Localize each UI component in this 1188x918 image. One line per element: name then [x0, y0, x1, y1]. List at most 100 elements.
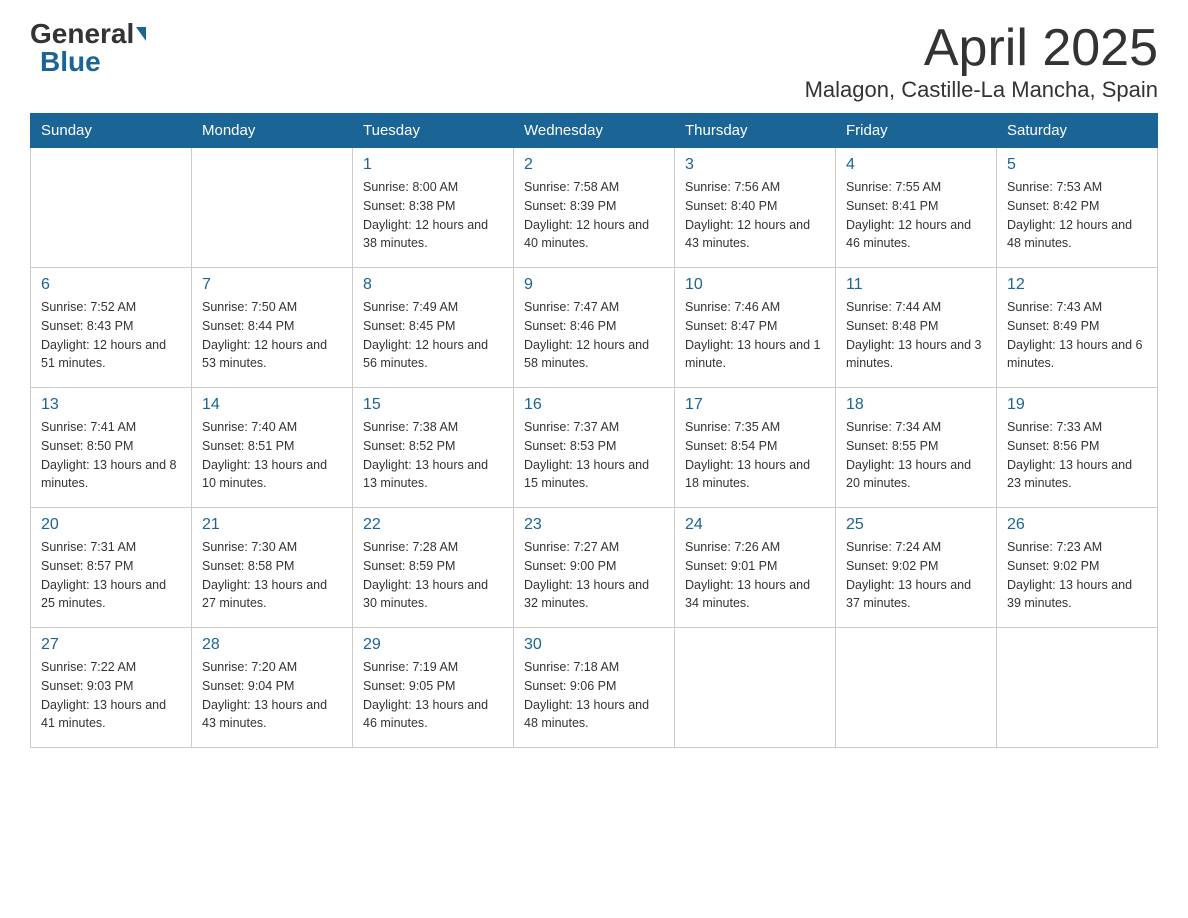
- calendar-cell: 6Sunrise: 7:52 AM Sunset: 8:43 PM Daylig…: [31, 268, 192, 388]
- day-number: 13: [41, 396, 181, 414]
- day-number: 16: [524, 396, 664, 414]
- day-info: Sunrise: 7:18 AM Sunset: 9:06 PM Dayligh…: [524, 658, 664, 733]
- day-number: 24: [685, 516, 825, 534]
- day-number: 21: [202, 516, 342, 534]
- calendar-cell: 19 Sunrise: 7:33 AM Sunset: 8:56 PM Dayli…: [997, 388, 1158, 508]
- calendar-cell: 4Sunrise: 7:55 AM Sunset: 8:41 PM Daylig…: [836, 148, 997, 268]
- day-number: 25: [846, 516, 986, 534]
- calendar-cell: [836, 628, 997, 748]
- calendar-header-monday: Monday: [192, 114, 353, 148]
- calendar-cell: 9 Sunrise: 7:47 AM Sunset: 8:46 PM Daylig…: [514, 268, 675, 388]
- title-area: April 2025 Malagon, Castille-La Mancha, …: [805, 20, 1158, 103]
- day-number: 27: [41, 636, 181, 654]
- calendar-header-wednesday: Wednesday: [514, 114, 675, 148]
- day-info: Sunrise: 7:50 AM Sunset: 8:44 PM Dayligh…: [202, 298, 342, 373]
- day-info: Sunrise: 7:47 AM Sunset: 8:46 PM Dayligh…: [524, 298, 664, 373]
- calendar-cell: 15Sunrise: 7:38 AM Sunset: 8:52 PM Dayli…: [353, 388, 514, 508]
- calendar-cell: [675, 628, 836, 748]
- day-number: 26: [1007, 516, 1147, 534]
- calendar-cell: 11Sunrise: 7:44 AM Sunset: 8:48 PM Dayli…: [836, 268, 997, 388]
- calendar-table: SundayMondayTuesdayWednesdayThursdayFrid…: [30, 113, 1158, 748]
- calendar-cell: 14 Sunrise: 7:40 AM Sunset: 8:51 PM Dayli…: [192, 388, 353, 508]
- day-number: 17: [685, 396, 825, 414]
- day-number: 9: [524, 276, 664, 294]
- calendar-cell: 29 Sunrise: 7:19 AM Sunset: 9:05 PM Dayli…: [353, 628, 514, 748]
- calendar-week-5: 27 Sunrise: 7:22 AM Sunset: 9:03 PM Dayli…: [31, 628, 1158, 748]
- day-number: 14: [202, 396, 342, 414]
- calendar-cell: 10Sunrise: 7:46 AM Sunset: 8:47 PM Dayli…: [675, 268, 836, 388]
- calendar-cell: [31, 148, 192, 268]
- day-info: Sunrise: 7:22 AM Sunset: 9:03 PM Dayligh…: [41, 658, 181, 733]
- day-info: Sunrise: 7:31 AM Sunset: 8:57 PM Dayligh…: [41, 538, 181, 613]
- day-info: Sunrise: 7:26 AM Sunset: 9:01 PM Dayligh…: [685, 538, 825, 613]
- calendar-header-sunday: Sunday: [31, 114, 192, 148]
- page-subtitle: Malagon, Castille-La Mancha, Spain: [805, 77, 1158, 103]
- calendar-cell: 16 Sunrise: 7:37 AM Sunset: 8:53 PM Dayli…: [514, 388, 675, 508]
- calendar-cell: [192, 148, 353, 268]
- day-number: 8: [363, 276, 503, 294]
- calendar-week-4: 20 Sunrise: 7:31 AM Sunset: 8:57 PM Dayli…: [31, 508, 1158, 628]
- day-info: Sunrise: 7:24 AM Sunset: 9:02 PM Dayligh…: [846, 538, 986, 613]
- calendar-cell: 23Sunrise: 7:27 AM Sunset: 9:00 PM Dayli…: [514, 508, 675, 628]
- logo-blue-text: Blue: [30, 48, 101, 76]
- day-info: Sunrise: 7:23 AM Sunset: 9:02 PM Dayligh…: [1007, 538, 1147, 613]
- day-info: Sunrise: 7:41 AM Sunset: 8:50 PM Dayligh…: [41, 418, 181, 493]
- day-number: 18: [846, 396, 986, 414]
- calendar-cell: 28Sunrise: 7:20 AM Sunset: 9:04 PM Dayli…: [192, 628, 353, 748]
- page-title: April 2025: [805, 20, 1158, 77]
- calendar-header-saturday: Saturday: [997, 114, 1158, 148]
- logo: General Blue: [30, 20, 146, 76]
- calendar-cell: 8 Sunrise: 7:49 AM Sunset: 8:45 PM Daylig…: [353, 268, 514, 388]
- page-header: General Blue April 2025 Malagon, Castill…: [30, 20, 1158, 103]
- calendar-cell: 5 Sunrise: 7:53 AM Sunset: 8:42 PM Daylig…: [997, 148, 1158, 268]
- calendar-cell: 17 Sunrise: 7:35 AM Sunset: 8:54 PM Dayli…: [675, 388, 836, 508]
- calendar-cell: [997, 628, 1158, 748]
- day-number: 20: [41, 516, 181, 534]
- calendar-cell: 26 Sunrise: 7:23 AM Sunset: 9:02 PM Dayli…: [997, 508, 1158, 628]
- day-info: Sunrise: 7:40 AM Sunset: 8:51 PM Dayligh…: [202, 418, 342, 493]
- calendar-week-2: 6Sunrise: 7:52 AM Sunset: 8:43 PM Daylig…: [31, 268, 1158, 388]
- calendar-cell: 18 Sunrise: 7:34 AM Sunset: 8:55 PM Dayli…: [836, 388, 997, 508]
- calendar-cell: 7 Sunrise: 7:50 AM Sunset: 8:44 PM Daylig…: [192, 268, 353, 388]
- calendar-cell: 25 Sunrise: 7:24 AM Sunset: 9:02 PM Dayli…: [836, 508, 997, 628]
- day-number: 22: [363, 516, 503, 534]
- calendar-cell: 12 Sunrise: 7:43 AM Sunset: 8:49 PM Dayli…: [997, 268, 1158, 388]
- day-info: Sunrise: 7:27 AM Sunset: 9:00 PM Dayligh…: [524, 538, 664, 613]
- logo-arrow-icon: [136, 27, 146, 41]
- day-info: Sunrise: 7:43 AM Sunset: 8:49 PM Dayligh…: [1007, 298, 1147, 373]
- calendar-cell: 27 Sunrise: 7:22 AM Sunset: 9:03 PM Dayli…: [31, 628, 192, 748]
- day-number: 5: [1007, 156, 1147, 174]
- day-info: Sunrise: 7:33 AM Sunset: 8:56 PM Dayligh…: [1007, 418, 1147, 493]
- calendar-cell: 21Sunrise: 7:30 AM Sunset: 8:58 PM Dayli…: [192, 508, 353, 628]
- day-number: 30: [524, 636, 664, 654]
- calendar-cell: 3Sunrise: 7:56 AM Sunset: 8:40 PM Daylig…: [675, 148, 836, 268]
- day-info: Sunrise: 7:37 AM Sunset: 8:53 PM Dayligh…: [524, 418, 664, 493]
- day-info: Sunrise: 7:44 AM Sunset: 8:48 PM Dayligh…: [846, 298, 986, 373]
- day-number: 19: [1007, 396, 1147, 414]
- day-info: Sunrise: 7:19 AM Sunset: 9:05 PM Dayligh…: [363, 658, 503, 733]
- day-info: Sunrise: 7:55 AM Sunset: 8:41 PM Dayligh…: [846, 178, 986, 253]
- day-number: 2: [524, 156, 664, 174]
- calendar-week-3: 13 Sunrise: 7:41 AM Sunset: 8:50 PM Dayli…: [31, 388, 1158, 508]
- day-info: Sunrise: 7:52 AM Sunset: 8:43 PM Dayligh…: [41, 298, 181, 373]
- day-info: Sunrise: 7:49 AM Sunset: 8:45 PM Dayligh…: [363, 298, 503, 373]
- day-number: 12: [1007, 276, 1147, 294]
- day-info: Sunrise: 7:35 AM Sunset: 8:54 PM Dayligh…: [685, 418, 825, 493]
- day-number: 1: [363, 156, 503, 174]
- calendar-cell: 1Sunrise: 8:00 AM Sunset: 8:38 PM Daylig…: [353, 148, 514, 268]
- day-info: Sunrise: 7:20 AM Sunset: 9:04 PM Dayligh…: [202, 658, 342, 733]
- day-info: Sunrise: 7:46 AM Sunset: 8:47 PM Dayligh…: [685, 298, 825, 373]
- day-info: Sunrise: 7:53 AM Sunset: 8:42 PM Dayligh…: [1007, 178, 1147, 253]
- logo-general-text: General: [30, 20, 134, 48]
- day-info: Sunrise: 7:34 AM Sunset: 8:55 PM Dayligh…: [846, 418, 986, 493]
- calendar-header-row: SundayMondayTuesdayWednesdayThursdayFrid…: [31, 114, 1158, 148]
- calendar-cell: 13 Sunrise: 7:41 AM Sunset: 8:50 PM Dayli…: [31, 388, 192, 508]
- day-info: Sunrise: 7:56 AM Sunset: 8:40 PM Dayligh…: [685, 178, 825, 253]
- day-info: Sunrise: 7:58 AM Sunset: 8:39 PM Dayligh…: [524, 178, 664, 253]
- day-number: 7: [202, 276, 342, 294]
- day-number: 15: [363, 396, 503, 414]
- day-info: Sunrise: 7:28 AM Sunset: 8:59 PM Dayligh…: [363, 538, 503, 613]
- day-number: 29: [363, 636, 503, 654]
- calendar-cell: 2 Sunrise: 7:58 AM Sunset: 8:39 PM Daylig…: [514, 148, 675, 268]
- calendar-header-thursday: Thursday: [675, 114, 836, 148]
